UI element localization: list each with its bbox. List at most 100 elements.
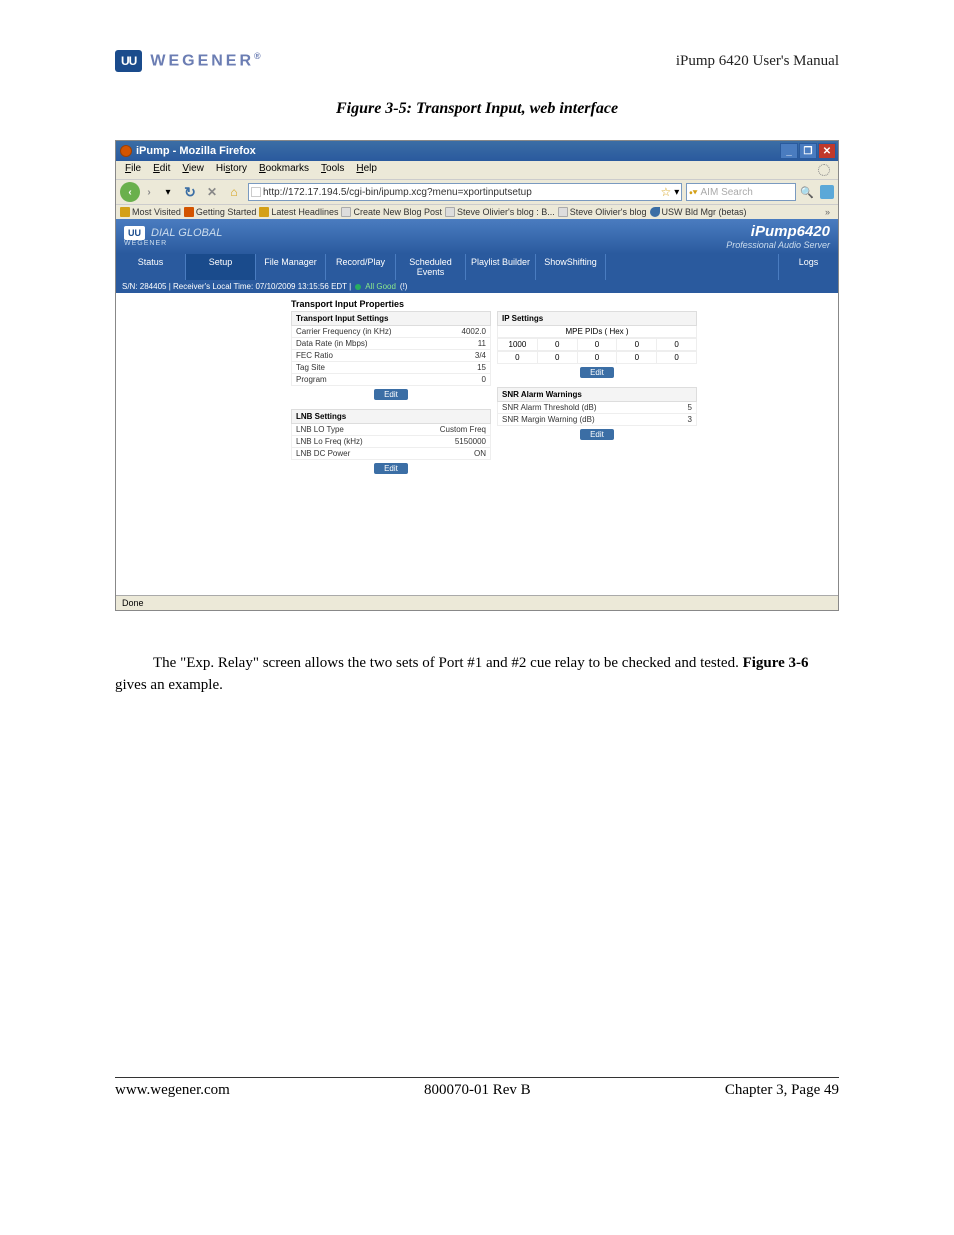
snr-edit-button[interactable]: Edit (580, 429, 614, 440)
menu-edit[interactable]: Edit (148, 162, 175, 178)
tab-status[interactable]: Status (116, 254, 186, 280)
maximize-button[interactable]: ❐ (799, 143, 817, 159)
brand-text: WEGENER® (150, 51, 263, 70)
bk-latest-headlines[interactable]: Latest Headlines (259, 207, 338, 217)
search-bar[interactable]: 🞄▾ AIM Search (686, 183, 796, 201)
tab-playlist-builder[interactable]: Playlist Builder (466, 254, 536, 280)
menu-view[interactable]: View (177, 162, 209, 178)
screenshot-window: iPump - Mozilla Firefox _ ❐ ✕ File Edit … (115, 140, 839, 611)
tab-showshifting[interactable]: ShowShifting (536, 254, 606, 280)
dial-global-text: DIAL GLOBAL (151, 227, 222, 239)
forward-button[interactable]: › (142, 185, 156, 199)
ip-edit-button[interactable]: Edit (580, 367, 614, 378)
window-titlebar: iPump - Mozilla Firefox _ ❐ ✕ (116, 141, 838, 161)
tis-row-carrier: Carrier Frequency (in KHz)4002.0 (291, 326, 491, 338)
lnb-head: LNB Settings (291, 409, 491, 424)
tab-bar: Status Setup File Manager Record/Play Sc… (116, 254, 838, 280)
logo-badge: UU (115, 50, 142, 72)
status-refresh[interactable]: (!) (400, 282, 408, 291)
menu-help[interactable]: Help (351, 162, 382, 178)
bk-olivier-2[interactable]: Steve Olivier's blog (558, 207, 647, 217)
footer-url: www.wegener.com (115, 1082, 230, 1099)
app-subtitle: Professional Audio Server (726, 240, 830, 250)
snr-row-margin: SNR Margin Warning (dB)3 (497, 414, 697, 426)
lnb-row-dc: LNB DC PowerON (291, 448, 491, 460)
menu-history[interactable]: History (211, 162, 252, 178)
body-paragraph: The "Exp. Relay" screen allows the two s… (115, 653, 839, 697)
lnb-edit-button[interactable]: Edit (374, 463, 408, 474)
blank-area (116, 487, 838, 595)
app-header: UU DIAL GLOBAL WEGENER iPump6420 Profess… (116, 219, 838, 254)
close-button[interactable]: ✕ (818, 143, 836, 159)
page-header: UU WEGENER® iPump 6420 User's Manual (115, 50, 839, 72)
wegener-small: WEGENER (124, 240, 222, 247)
status-good: All Good (365, 282, 396, 291)
bk-usw[interactable]: USW Bld Mgr (betas) (650, 207, 747, 217)
content-area: Transport Input Properties Transport Inp… (116, 293, 838, 487)
throbber-icon (818, 164, 830, 176)
figure-caption: Figure 3-5: Transport Input, web interfa… (115, 100, 839, 118)
tis-row-fec: FEC Ratio3/4 (291, 350, 491, 362)
tab-setup[interactable]: Setup (186, 254, 256, 280)
back-button[interactable]: ‹ (120, 182, 140, 202)
app-title: iPump6420 (726, 223, 830, 240)
home-button[interactable]: ⌂ (224, 183, 244, 201)
url-bar[interactable]: http://172.17.194.5/cgi-bin/ipump.xcg?me… (248, 183, 682, 201)
search-placeholder: AIM Search (698, 187, 794, 198)
content-title: Transport Input Properties (116, 299, 838, 309)
menu-bookmarks[interactable]: Bookmarks (254, 162, 314, 178)
url-text: http://172.17.194.5/cgi-bin/ipump.xcg?me… (261, 187, 658, 198)
status-sn: S/N: 284405 | Receiver's Local Time: 07/… (122, 282, 351, 291)
bk-create-blog[interactable]: Create New Blog Post (341, 207, 442, 217)
dropdown-history[interactable]: ▾ (158, 183, 178, 201)
bk-getting-started[interactable]: Getting Started (184, 207, 257, 217)
page-footer: www.wegener.com 800070-01 Rev B Chapter … (115, 1077, 839, 1099)
nav-toolbar: ‹ › ▾ ↻ ✕ ⌂ http://172.17.194.5/cgi-bin/… (116, 179, 838, 204)
tis-edit-button[interactable]: Edit (374, 389, 408, 400)
menu-file[interactable]: File (120, 162, 146, 178)
tab-record-play[interactable]: Record/Play (326, 254, 396, 280)
feed-icon[interactable] (820, 185, 834, 199)
tab-file-manager[interactable]: File Manager (256, 254, 326, 280)
menubar: File Edit View History Bookmarks Tools H… (116, 161, 838, 179)
ip-head: IP Settings (497, 311, 697, 326)
snr-row-threshold: SNR Alarm Threshold (dB)5 (497, 402, 697, 414)
tis-head: Transport Input Settings (291, 311, 491, 326)
mpe-row-2: 00000 (497, 351, 697, 364)
url-dropdown[interactable]: ▾ (674, 187, 679, 198)
panel-transport-input: Transport Input Settings Carrier Frequen… (291, 311, 491, 403)
tab-scheduled-events[interactable]: Scheduled Events (396, 254, 466, 280)
tab-logs[interactable]: Logs (778, 254, 838, 280)
bookmarks-overflow[interactable]: » (825, 207, 834, 217)
menu-tools[interactable]: Tools (316, 162, 349, 178)
page-favicon-icon (251, 187, 261, 197)
tis-row-datarate: Data Rate (in Mbps)11 (291, 338, 491, 350)
brand-logo: UU WEGENER® (115, 50, 264, 72)
status-dot-icon (355, 284, 361, 290)
stop-button[interactable]: ✕ (202, 183, 222, 201)
snr-head: SNR Alarm Warnings (497, 387, 697, 402)
minimize-button[interactable]: _ (780, 143, 798, 159)
manual-title: iPump 6420 User's Manual (676, 53, 839, 70)
panel-ip: IP Settings MPE PIDs ( Hex ) 10000000 00… (497, 311, 697, 381)
firefox-icon (120, 145, 132, 157)
lnb-row-type: LNB LO TypeCustom Freq (291, 424, 491, 436)
window-title: iPump - Mozilla Firefox (136, 145, 256, 157)
bk-olivier-1[interactable]: Steve Olivier's blog : B... (445, 207, 555, 217)
tis-row-program: Program0 (291, 374, 491, 386)
mpe-row-1: 10000000 (497, 338, 697, 351)
app-logo-icon: UU (124, 226, 145, 240)
browser-status-bar: Done (116, 595, 838, 610)
footer-page: Chapter 3, Page 49 (725, 1082, 839, 1099)
search-engine-icon[interactable]: 🞄▾ (689, 187, 697, 198)
bk-most-visited[interactable]: Most Visited (120, 207, 181, 217)
bookmarks-toolbar: Most Visited Getting Started Latest Head… (116, 204, 838, 219)
mpe-label: MPE PIDs ( Hex ) (497, 326, 697, 338)
panel-lnb: LNB Settings LNB LO TypeCustom Freq LNB … (291, 409, 491, 477)
tis-row-tag: Tag Site15 (291, 362, 491, 374)
lnb-row-freq: LNB Lo Freq (kHz)5150000 (291, 436, 491, 448)
search-go-icon[interactable]: 🔍 (798, 186, 816, 199)
bookmark-star-icon[interactable]: ☆ (658, 185, 675, 199)
reload-button[interactable]: ↻ (180, 183, 200, 201)
status-line: S/N: 284405 | Receiver's Local Time: 07/… (116, 280, 838, 293)
